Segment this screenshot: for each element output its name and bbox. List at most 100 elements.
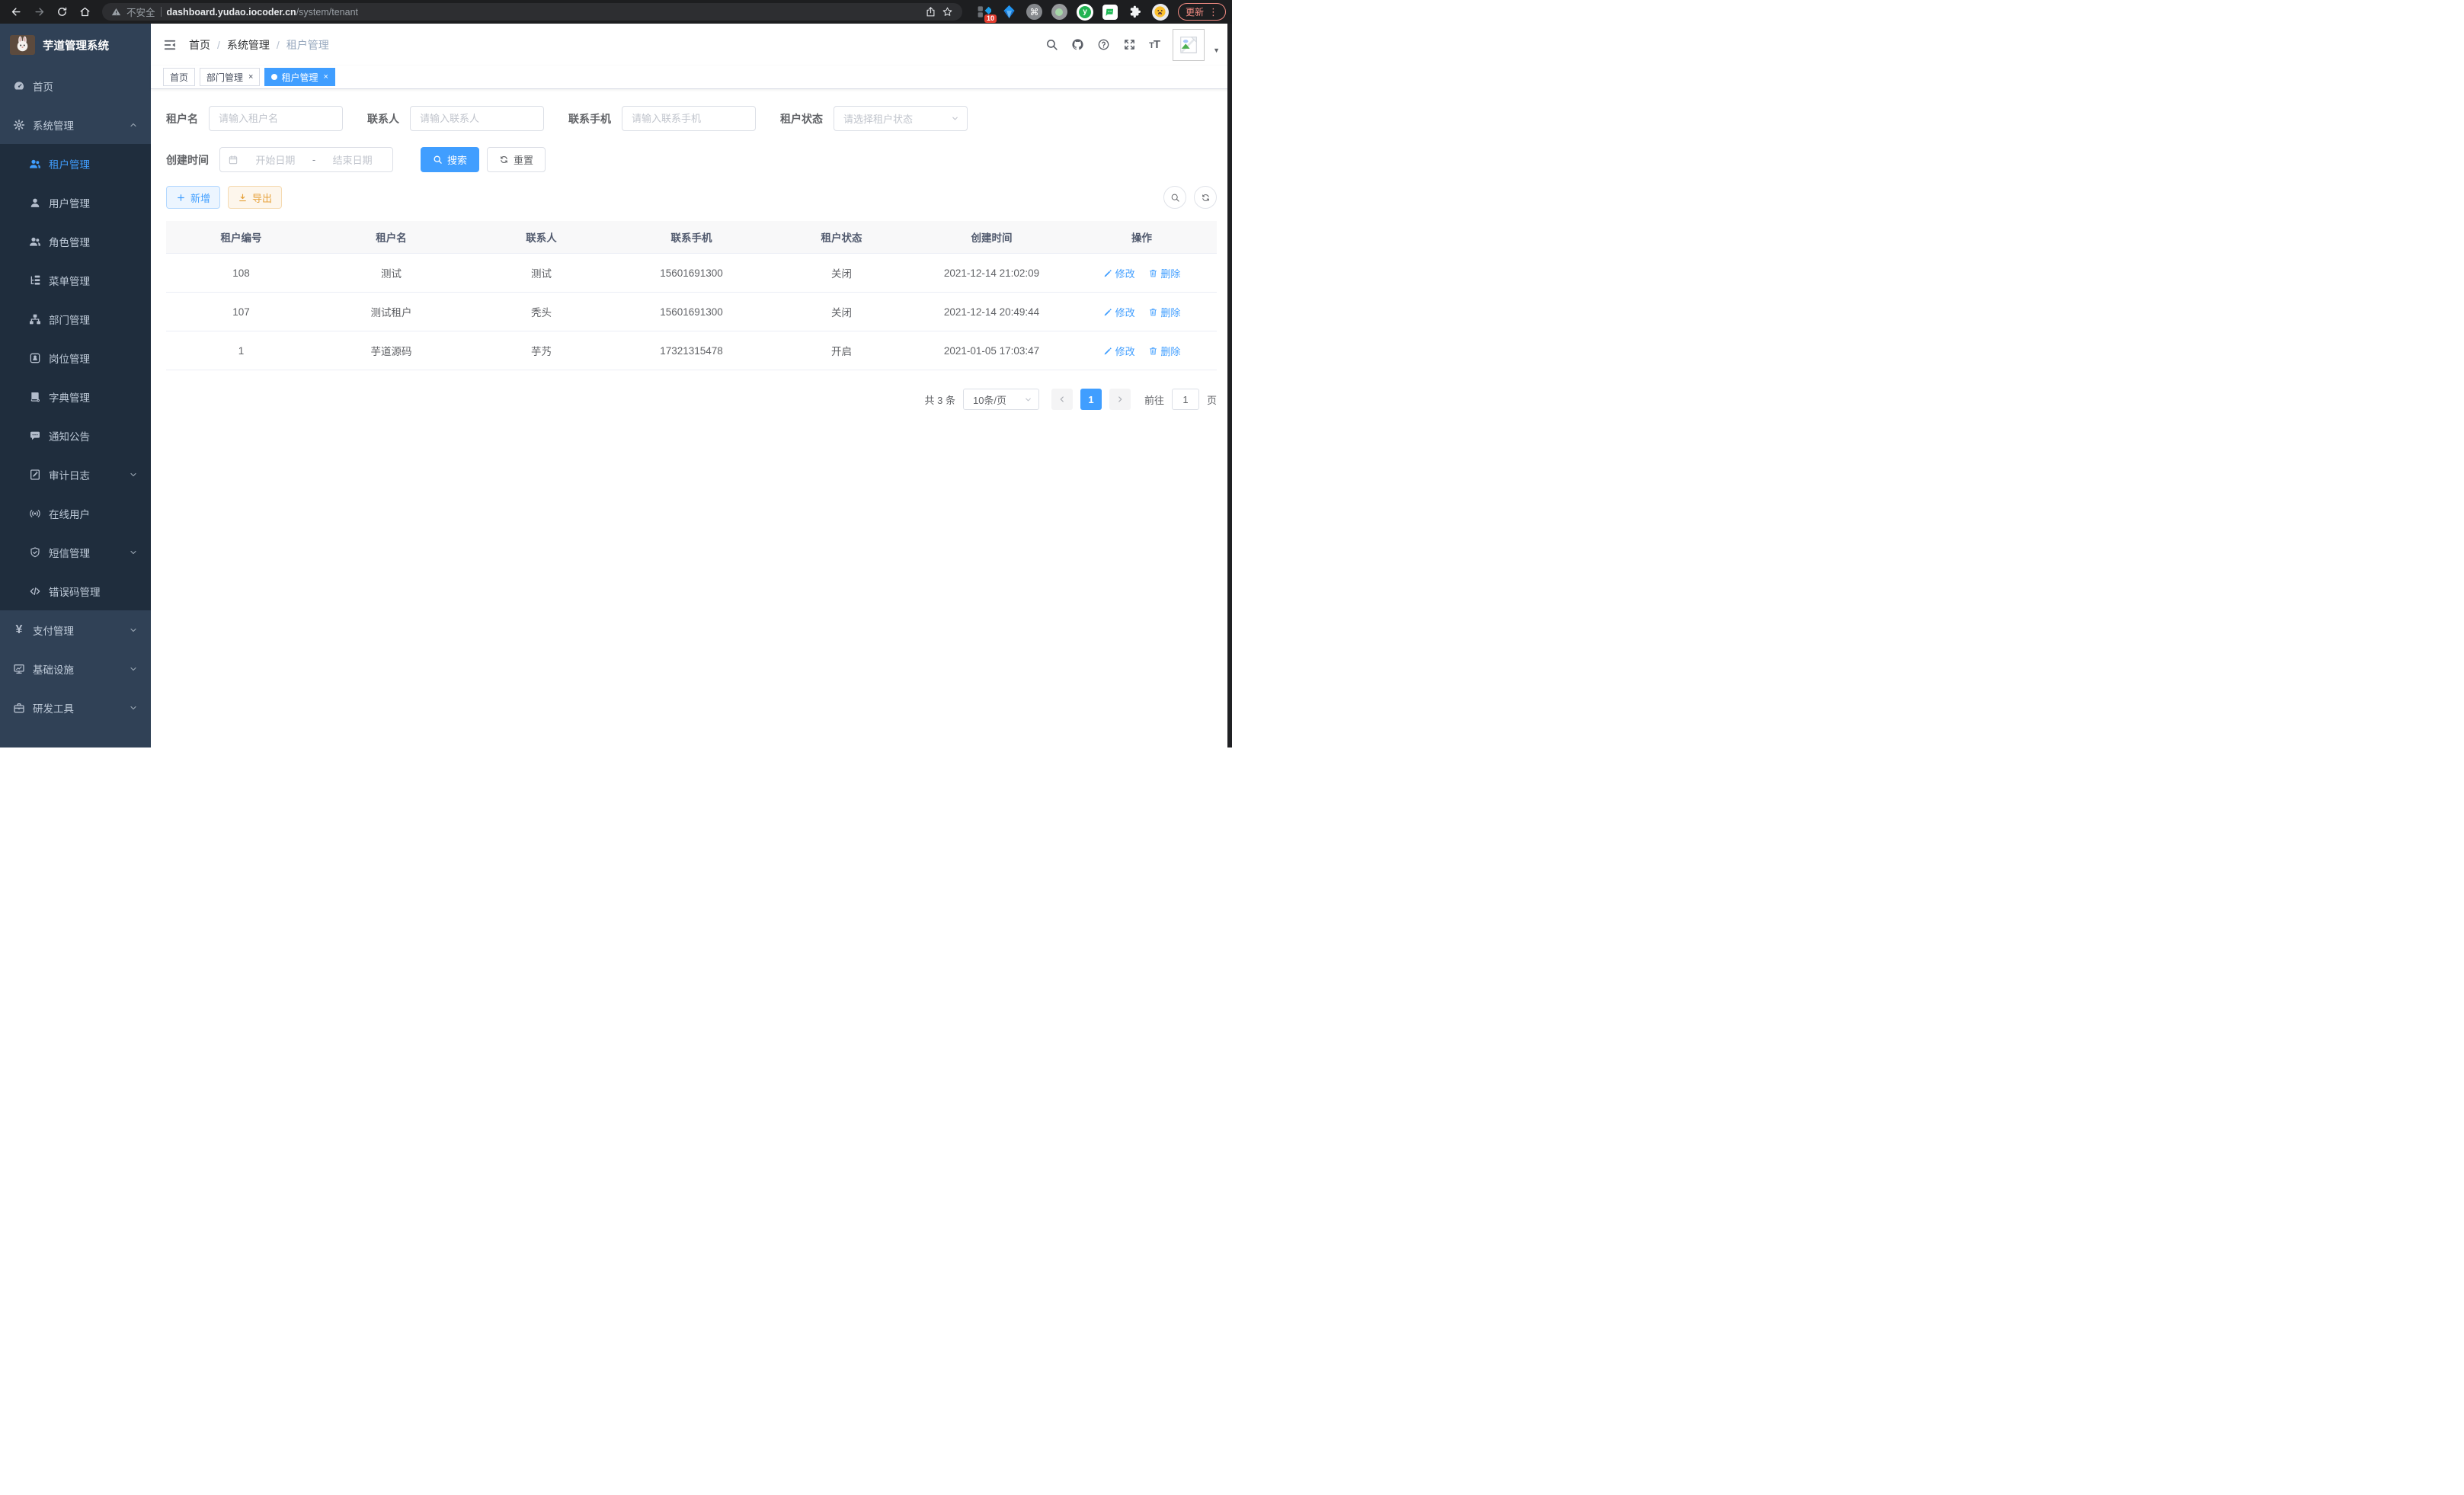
edit-link[interactable]: 修改 [1103, 305, 1135, 319]
filter-row-2: 创建时间 开始日期 - 结束日期 搜索 [166, 147, 1217, 172]
badge-icon [29, 352, 41, 364]
sidebar-item-dev-tools[interactable]: 研发工具 [0, 688, 151, 727]
sidebar-item-notice[interactable]: 通知公告 [0, 416, 151, 455]
extension-yudao-icon[interactable]: y [1077, 4, 1093, 21]
breadcrumb-system[interactable]: 系统管理 [227, 37, 270, 53]
total-count: 共 3 条 [925, 392, 955, 407]
github-icon[interactable] [1071, 38, 1084, 51]
chrome-update-button[interactable]: 更新 ⋮ [1178, 3, 1226, 21]
extension-chat-icon[interactable] [1102, 5, 1118, 20]
sidebar-item-user[interactable]: 用户管理 [0, 183, 151, 222]
col-created: 创建时间 [917, 221, 1067, 254]
extension-command-icon[interactable]: ⌘ [1026, 4, 1042, 20]
security-label: 不安全 [126, 5, 155, 19]
not-secure-warning-icon [111, 7, 121, 17]
phone-input[interactable] [622, 106, 756, 131]
prev-page-button[interactable] [1051, 389, 1073, 410]
update-label: 更新 [1186, 5, 1204, 18]
export-button[interactable]: 导出 [228, 186, 282, 209]
search-button[interactable]: 搜索 [421, 147, 479, 172]
header-search-icon[interactable] [1045, 38, 1058, 51]
add-button[interactable]: 新增 [166, 186, 220, 209]
sidebar-item-dept[interactable]: 部门管理 [0, 299, 151, 338]
profile-avatar-icon[interactable] [1152, 4, 1169, 21]
contact-input[interactable] [410, 106, 544, 131]
extensions-puzzle-icon[interactable] [1127, 4, 1143, 20]
monitor-icon [13, 663, 25, 675]
trash-icon [1148, 346, 1158, 356]
filter-phone: 联系手机 [568, 106, 756, 131]
sidebar-item-home[interactable]: 首页 [0, 66, 151, 105]
url-bar[interactable]: 不安全 dashboard.yudao.iocoder.cn/system/te… [102, 3, 962, 21]
tab-home[interactable]: 首页 [163, 68, 195, 86]
chevron-right-icon [1115, 395, 1125, 404]
sidebar-item-dict[interactable]: 字典管理 [0, 377, 151, 416]
edit-log-icon [29, 469, 41, 481]
reload-icon[interactable] [52, 2, 72, 22]
extension-gem-icon[interactable] [1001, 4, 1017, 20]
delete-link[interactable]: 删除 [1148, 305, 1180, 319]
extension-dot-icon[interactable] [1051, 4, 1067, 20]
sidebar-item-error-code[interactable]: 错误码管理 [0, 571, 151, 610]
font-size-icon[interactable]: TT [1149, 38, 1160, 51]
browser-menu-icon[interactable]: ⋮ [1208, 7, 1218, 17]
app-title: 芋道管理系统 [43, 37, 109, 53]
share-icon[interactable] [925, 6, 936, 18]
filter-row-1: 租户名 联系人 联系手机 租户状态 请选择租户状态 [166, 106, 1217, 131]
extension-grid-icon[interactable]: 10 [976, 4, 992, 20]
goto-page-input[interactable] [1172, 389, 1199, 410]
browser-window: 不安全 dashboard.yudao.iocoder.cn/system/te… [0, 0, 1232, 748]
close-icon[interactable]: × [323, 73, 328, 82]
sidebar-logo[interactable]: 芋道管理系统 [0, 24, 151, 66]
sidebar-item-post[interactable]: 岗位管理 [0, 338, 151, 377]
tab-tenant[interactable]: 租户管理 × [264, 68, 334, 86]
logo-rabbit-image [10, 35, 35, 55]
code-icon [29, 585, 41, 597]
window-scrollbar-edge[interactable] [1227, 24, 1232, 748]
sidebar-fold-icon[interactable] [163, 38, 177, 52]
dictionary-book-icon [29, 391, 41, 403]
page-size-select[interactable]: 10条/页 [963, 389, 1039, 410]
sidebar-item-online-users[interactable]: 在线用户 [0, 494, 151, 533]
fullscreen-icon[interactable] [1123, 38, 1136, 51]
edit-link[interactable]: 修改 [1103, 344, 1135, 358]
next-page-button[interactable] [1109, 389, 1131, 410]
user-avatar[interactable] [1173, 29, 1205, 61]
reset-button[interactable]: 重置 [487, 147, 546, 172]
show-search-toggle-button[interactable] [1163, 186, 1186, 209]
sidebar-item-role[interactable]: 角色管理 [0, 222, 151, 261]
refresh-table-button[interactable] [1194, 186, 1217, 209]
back-icon[interactable] [6, 2, 26, 22]
chevron-down-icon [129, 703, 138, 712]
help-question-icon[interactable] [1097, 38, 1110, 51]
trash-icon [1148, 307, 1158, 317]
sidebar-item-system[interactable]: 系统管理 [0, 105, 151, 144]
col-tenant-id: 租户编号 [166, 221, 316, 254]
sidebar-item-audit-log[interactable]: 审计日志 [0, 455, 151, 494]
edit-link[interactable]: 修改 [1103, 266, 1135, 280]
tenant-name-input[interactable] [209, 106, 343, 131]
sidebar-item-menu[interactable]: 菜单管理 [0, 261, 151, 299]
chevron-left-icon [1058, 395, 1067, 404]
forward-icon[interactable] [29, 2, 49, 22]
page-number-button[interactable]: 1 [1080, 389, 1102, 410]
delete-link[interactable]: 删除 [1148, 266, 1180, 280]
status-text: 关闭 [766, 254, 917, 293]
pagination: 共 3 条 10条/页 1 前往 页 [166, 389, 1217, 410]
pencil-icon [1103, 307, 1113, 317]
breadcrumb-home[interactable]: 首页 [189, 37, 210, 53]
home-icon[interactable] [75, 2, 94, 22]
sidebar-item-sms[interactable]: 短信管理 [0, 533, 151, 571]
date-range-picker[interactable]: 开始日期 - 结束日期 [219, 147, 393, 172]
bookmark-star-icon[interactable] [942, 6, 953, 18]
sidebar-item-tenant[interactable]: 租户管理 [0, 144, 151, 183]
avatar-caret-down-icon[interactable]: ▼ [1213, 46, 1220, 54]
pencil-icon [1103, 346, 1113, 356]
sidebar-item-payment[interactable]: ¥ 支付管理 [0, 610, 151, 649]
status-select[interactable]: 请选择租户状态 [834, 106, 968, 131]
sidebar-item-infrastructure[interactable]: 基础设施 [0, 649, 151, 688]
chevron-down-icon [129, 664, 138, 674]
tab-dept[interactable]: 部门管理 × [200, 68, 260, 86]
delete-link[interactable]: 删除 [1148, 344, 1180, 358]
close-icon[interactable]: × [248, 73, 253, 82]
